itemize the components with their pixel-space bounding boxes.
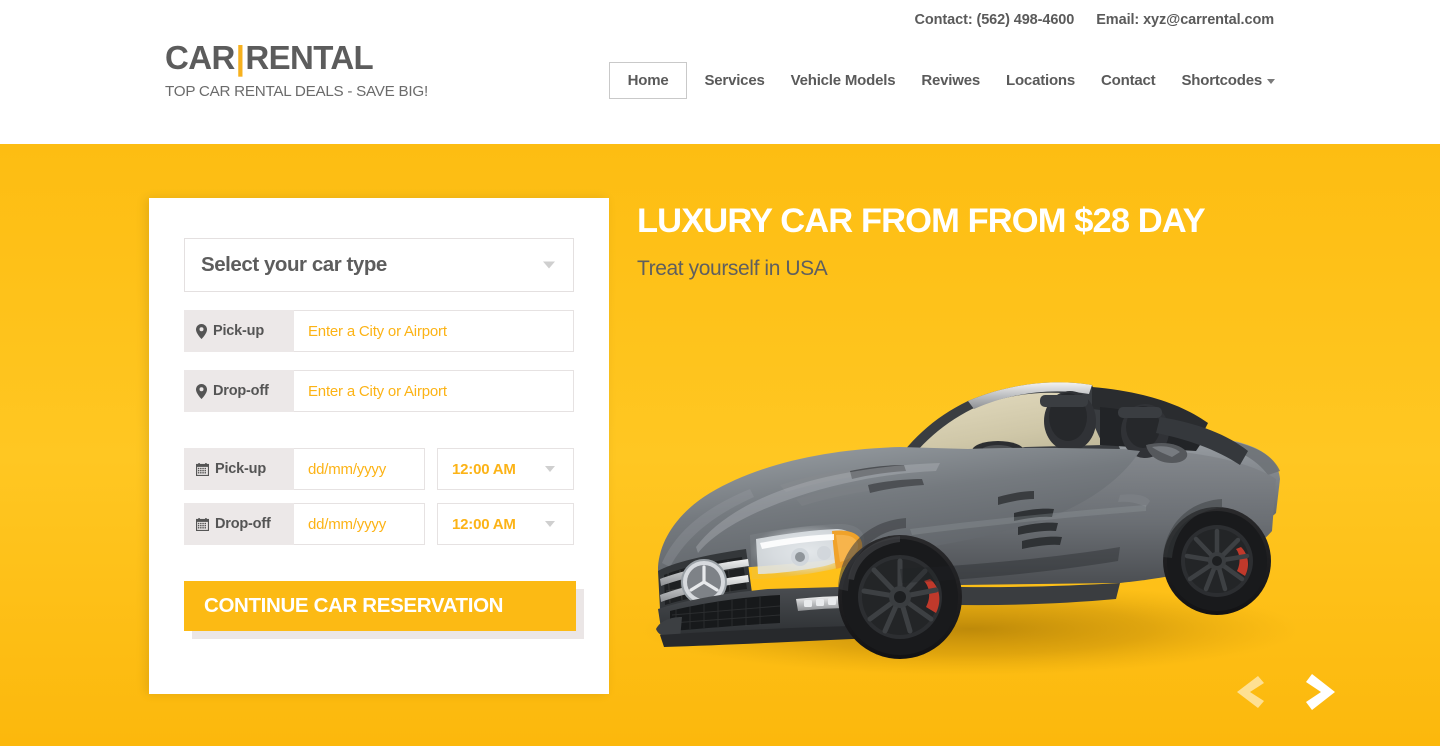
logo-part-two: RENTAL xyxy=(245,39,374,76)
dropoff-date-row: Drop-off dd/mm/yyyy 12:00 AM xyxy=(184,503,574,545)
pickup-location-input-wrap[interactable]: Enter a City or Airport xyxy=(294,310,574,352)
nav-item-services-label: Services xyxy=(704,72,765,89)
pickup-date-placeholder: dd/mm/yyyy xyxy=(308,460,387,478)
nav-item-shortcodes-label: Shortcodes xyxy=(1181,72,1262,89)
pickup-location-placeholder: Enter a City or Airport xyxy=(308,322,447,340)
top-contact-bar: Contact: (562) 498-4600 Email: xyz@carre… xyxy=(914,12,1275,28)
main-navigation: Home Services Vehicle Models Reviwes Loc… xyxy=(608,62,1288,99)
dropoff-location-label-text: Drop-off xyxy=(213,383,269,399)
pickup-location-label: Pick-up xyxy=(184,310,294,352)
dropoff-date-label-text: Drop-off xyxy=(215,516,271,532)
carousel-controls xyxy=(1232,670,1340,714)
contact-email: Email: xyz@carrental.com xyxy=(1096,12,1274,28)
calendar-icon xyxy=(196,517,209,531)
chevron-down-icon xyxy=(1267,78,1275,84)
dropoff-location-placeholder: Enter a City or Airport xyxy=(308,382,447,400)
carousel-next-button[interactable] xyxy=(1302,670,1340,714)
map-pin-icon xyxy=(196,383,207,399)
nav-item-locations-label: Locations xyxy=(1006,72,1076,89)
pickup-date-label: Pick-up xyxy=(184,448,294,490)
dropoff-time-select[interactable]: 12:00 AM xyxy=(437,503,574,545)
nav-item-contact-label: Contact xyxy=(1101,72,1156,89)
pickup-date-input-wrap[interactable]: dd/mm/yyyy xyxy=(294,448,425,490)
pickup-location-label-text: Pick-up xyxy=(213,323,264,339)
car-type-select-label: Select your car type xyxy=(201,253,387,276)
pickup-date-label-text: Pick-up xyxy=(215,461,266,477)
logo-part-one: CAR xyxy=(165,39,235,76)
logo-tagline: TOP CAR RENTAL DEALS - SAVE BIG! xyxy=(165,82,428,100)
nav-item-home-label: Home xyxy=(627,72,669,89)
nav-item-locations[interactable]: Locations xyxy=(993,63,1088,98)
pickup-time-select[interactable]: 12:00 AM xyxy=(437,448,574,490)
pickup-time-value: 12:00 AM xyxy=(452,460,516,478)
calendar-icon xyxy=(196,462,209,476)
nav-item-reviwes[interactable]: Reviwes xyxy=(908,63,993,98)
pickup-date-row: Pick-up dd/mm/yyyy 12:00 AM xyxy=(184,448,574,490)
chevron-down-icon xyxy=(545,466,555,472)
car-type-select[interactable]: Select your car type xyxy=(184,238,574,292)
continue-reservation-button[interactable]: CONTINUE CAR RESERVATION xyxy=(184,581,576,631)
nav-item-reviwes-label: Reviwes xyxy=(921,72,980,89)
nav-item-services[interactable]: Services xyxy=(691,63,777,98)
dropoff-location-input-wrap[interactable]: Enter a City or Airport xyxy=(294,370,574,412)
nav-item-home[interactable]: Home xyxy=(608,62,688,99)
submit-area: CONTINUE CAR RESERVATION xyxy=(184,581,584,639)
nav-item-vehicle-models[interactable]: Vehicle Models xyxy=(778,63,909,98)
site-logo[interactable]: CAR | RENTAL TOP CAR RENTAL DEALS - SAVE B… xyxy=(165,39,428,100)
pickup-location-row: Pick-up Enter a City or Airport xyxy=(184,310,574,352)
site-header: Contact: (562) 498-4600 Email: xyz@carre… xyxy=(0,0,1440,144)
dropoff-time-value: 12:00 AM xyxy=(452,515,516,533)
dropoff-location-label: Drop-off xyxy=(184,370,294,412)
nav-item-shortcodes[interactable]: Shortcodes xyxy=(1168,63,1288,98)
booking-form-card: Select your car type Pick-up Enter a Cit… xyxy=(149,198,609,694)
hero-section: Select your car type Pick-up Enter a Cit… xyxy=(0,144,1440,746)
logo-text: CAR | RENTAL xyxy=(165,39,428,77)
dropoff-location-row: Drop-off Enter a City or Airport xyxy=(184,370,574,412)
chevron-down-icon xyxy=(543,261,555,269)
contact-phone: Contact: (562) 498-4600 xyxy=(914,12,1075,28)
nav-item-vehicle-models-label: Vehicle Models xyxy=(790,72,896,89)
carousel-prev-button[interactable] xyxy=(1232,672,1266,712)
nav-item-contact[interactable]: Contact xyxy=(1088,63,1168,98)
hero-copy: LUXURY CAR FROM FROM $28 DAY Treat yours… xyxy=(637,202,1206,281)
dropoff-date-placeholder: dd/mm/yyyy xyxy=(308,515,387,533)
dropoff-date-input-wrap[interactable]: dd/mm/yyyy xyxy=(294,503,425,545)
page-root: Contact: (562) 498-4600 Email: xyz@carre… xyxy=(0,0,1440,746)
hero-car-image xyxy=(600,299,1360,699)
hero-subtitle: Treat yourself in USA xyxy=(637,257,828,280)
chevron-down-icon xyxy=(545,521,555,527)
dropoff-date-label: Drop-off xyxy=(184,503,294,545)
hero-title: LUXURY CAR FROM FROM $28 DAY xyxy=(637,202,1206,240)
map-pin-icon xyxy=(196,323,207,339)
logo-separator: | xyxy=(235,39,245,76)
